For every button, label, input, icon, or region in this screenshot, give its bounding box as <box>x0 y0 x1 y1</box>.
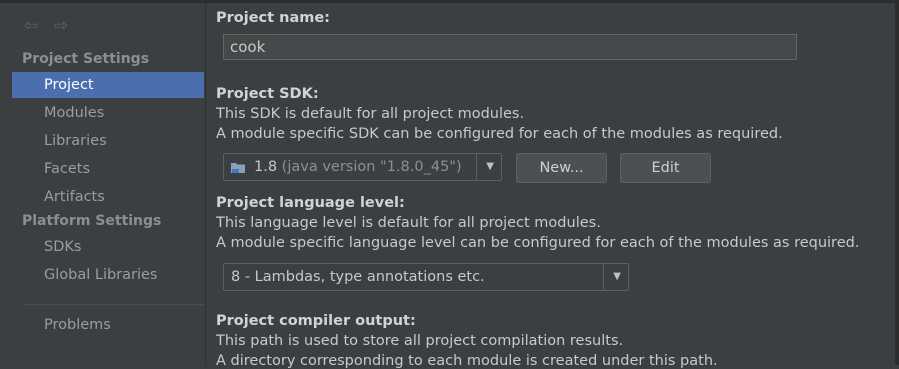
sidebar-item-global-libraries[interactable]: Global Libraries <box>12 262 204 288</box>
sdk-version-detail: (java version "1.8.0_45") <box>281 159 462 175</box>
sidebar-item-problems[interactable]: Problems <box>12 312 204 338</box>
sidebar-item-facets[interactable]: Facets <box>12 156 204 182</box>
project-settings-header: Project Settings <box>22 51 150 67</box>
sidebar-item-libraries[interactable]: Libraries <box>12 128 204 154</box>
project-sdk-label: Project SDK: <box>216 86 319 102</box>
language-level-value: 8 - Lambdas, type annotations etc. <box>231 269 485 285</box>
chevron-down-icon[interactable]: ▼ <box>613 264 621 290</box>
edit-sdk-button[interactable]: Edit <box>620 153 711 183</box>
compiler-description-2: A directory corresponding to each module… <box>216 353 718 369</box>
sidebar-item-sdks[interactable]: SDKs <box>12 234 204 260</box>
sdk-version-text: 1.8 <box>254 159 278 175</box>
sdk-dropdown[interactable]: 1.8 (java version "1.8.0_45") ▼ <box>223 153 502 181</box>
chevron-down-icon[interactable]: ▼ <box>486 154 494 180</box>
forward-arrow-icon[interactable]: ⇨ <box>52 17 70 35</box>
sidebar-item-project[interactable]: Project <box>12 72 204 98</box>
compiler-output-label: Project compiler output: <box>216 313 416 329</box>
project-name-label: Project name: <box>216 10 330 26</box>
project-settings-panel: Project name: cook Project SDK: This SDK… <box>206 3 895 369</box>
sidebar-divider <box>24 304 204 305</box>
settings-sidebar: ⇦ ⇨ Project Settings Project Modules Lib… <box>0 3 205 365</box>
sdk-folder-icon <box>231 163 245 173</box>
new-sdk-button[interactable]: New... <box>516 153 607 183</box>
compiler-description-1: This path is used to store all project c… <box>216 333 624 349</box>
back-arrow-icon[interactable]: ⇦ <box>22 17 40 35</box>
sdk-description-2: A module specific SDK can be configured … <box>216 126 783 142</box>
platform-settings-header: Platform Settings <box>22 213 162 229</box>
window-right-edge <box>895 0 899 365</box>
language-level-label: Project language level: <box>216 195 405 211</box>
sdk-description-1: This SDK is default for all project modu… <box>216 106 525 122</box>
language-description-1: This language level is default for all p… <box>216 215 601 231</box>
project-name-input[interactable]: cook <box>223 34 797 60</box>
language-description-2: A module specific language level can be … <box>216 235 860 251</box>
sidebar-item-artifacts[interactable]: Artifacts <box>12 184 204 210</box>
sidebar-item-modules[interactable]: Modules <box>12 100 204 126</box>
language-level-dropdown[interactable]: 8 - Lambdas, type annotations etc. ▼ <box>223 263 629 291</box>
